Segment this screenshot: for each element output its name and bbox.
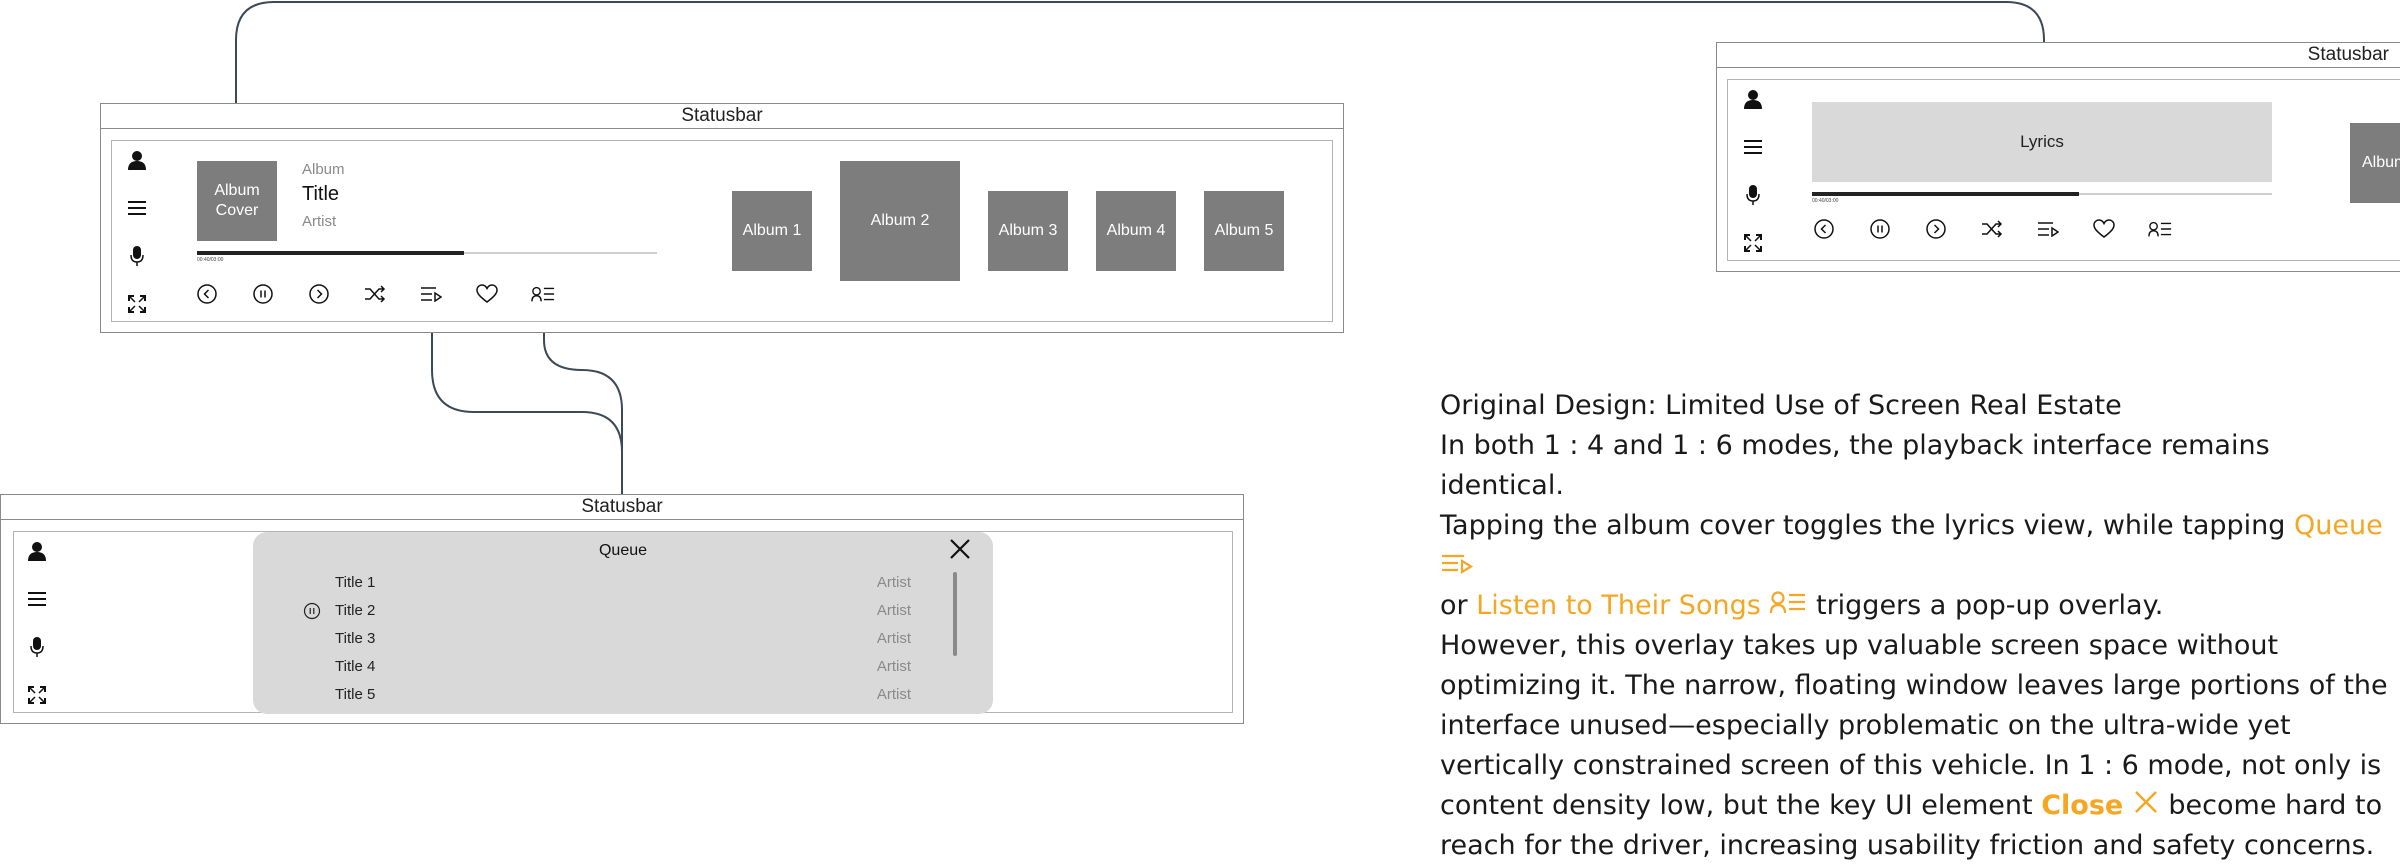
user-icon[interactable] (125, 148, 149, 172)
user-icon[interactable] (1741, 87, 1765, 111)
mic-icon[interactable] (1741, 183, 1765, 207)
album-tile[interactable]: Album 5 (1204, 191, 1284, 271)
queue-overlay: Queue Title 1 Artist Title 2 Artist Titl… (253, 532, 993, 714)
pause-icon[interactable] (251, 282, 275, 306)
track-title: Title (302, 183, 340, 205)
queue-icon[interactable] (419, 282, 443, 306)
statusbar-label: Statusbar (2307, 44, 2389, 65)
queue-item-artist: Artist (876, 574, 911, 591)
close-icon[interactable] (947, 536, 973, 562)
menu-icon[interactable] (25, 587, 49, 611)
p2-text-c: triggers a pop-up overlay. (1815, 590, 2164, 621)
queue-item-title: Title 1 (335, 574, 376, 591)
artist-songs-icon[interactable] (531, 282, 555, 306)
queue-item-title: Title 5 (335, 686, 376, 703)
statusbar: Statusbar (101, 104, 1343, 129)
queue-icon[interactable] (2036, 217, 2060, 241)
description-heading: Original Design: Limited Use of Screen R… (1440, 390, 2122, 421)
album-cover[interactable]: Album Cover (197, 161, 277, 241)
heart-icon[interactable] (2092, 217, 2116, 241)
statusbar: Statusbar (1, 495, 1243, 520)
menu-icon[interactable] (1741, 135, 1765, 159)
p2-text-a: Tapping the album cover toggles the lyri… (1440, 510, 2286, 541)
artist-songs-inline-icon (1769, 590, 1807, 621)
queue-item-artist: Artist (876, 630, 911, 647)
progress-fill (197, 251, 464, 255)
shuffle-icon[interactable] (363, 282, 387, 306)
description-p1: In both 1 : 4 and 1 : 6 modes, the playb… (1440, 430, 2270, 501)
queue-title: Queue (598, 542, 648, 559)
queue-highlight: Queue (2294, 510, 2383, 541)
queue-item-artist: Artist (876, 658, 911, 675)
description-p3: However, this overlay takes up valuable … (1440, 626, 2400, 866)
queue-item[interactable]: Title 1 Artist (253, 570, 993, 594)
time-readout: 00:40/03:00 (197, 257, 224, 263)
progress-bar[interactable] (197, 251, 657, 255)
fullscreen-icon[interactable] (1741, 231, 1765, 255)
p2-text-b: or (1440, 590, 1468, 621)
fullscreen-icon[interactable] (25, 683, 49, 707)
queue-item[interactable]: Title 3 Artist (253, 626, 993, 650)
queue-item-title: Title 4 (335, 658, 376, 675)
now-playing-icon (303, 602, 321, 620)
description-block: Original Design: Limited Use of Screen R… (1440, 386, 2400, 866)
queue-item-artist: Artist (876, 686, 911, 703)
mic-icon[interactable] (125, 244, 149, 268)
mic-icon[interactable] (25, 635, 49, 659)
fullscreen-icon[interactable] (125, 292, 149, 316)
artist-songs-icon[interactable] (2148, 217, 2172, 241)
queue-item-title: Title 3 (335, 630, 376, 647)
lyrics-panel: Lyrics 00:40/03:00 Album (1727, 79, 2400, 261)
queue-frame: Statusbar Queue Title 1 Artist Title 2 A… (0, 494, 1244, 724)
lyrics-view[interactable]: Lyrics (1812, 102, 2272, 182)
lyrics-frame: Statusbar Lyrics 00:40/03:00 Album (1716, 42, 2400, 272)
user-icon[interactable] (25, 539, 49, 563)
pause-icon[interactable] (1868, 217, 1892, 241)
description-p2: Tapping the album cover toggles the lyri… (1440, 506, 2400, 626)
progress-bar[interactable] (1812, 192, 2272, 196)
heart-icon[interactable] (475, 282, 499, 306)
album-tile[interactable]: Album 1 (732, 191, 812, 271)
queue-panel: Queue Title 1 Artist Title 2 Artist Titl… (13, 531, 1233, 714)
next-icon[interactable] (307, 282, 331, 306)
album-label: Album (302, 161, 345, 178)
prev-icon[interactable] (195, 282, 219, 306)
queue-item-title: Title 2 (335, 602, 376, 619)
prev-icon[interactable] (1812, 217, 1836, 241)
time-readout: 00:40/03:00 (1812, 198, 1839, 204)
statusbar: Statusbar (1717, 43, 2400, 68)
queue-item-artist: Artist (876, 602, 911, 619)
listen-highlight: Listen to Their Songs (1476, 590, 1761, 621)
album-tile[interactable]: Album 3 (988, 191, 1068, 271)
close-inline-icon (2132, 790, 2160, 821)
queue-scrollbar[interactable] (953, 572, 957, 656)
track-artist: Artist (302, 213, 337, 230)
queue-item[interactable]: Title 4 Artist (253, 654, 993, 678)
queue-item[interactable]: Title 2 Artist (253, 598, 993, 622)
next-icon[interactable] (1924, 217, 1948, 241)
queue-inline-icon (1440, 550, 1474, 581)
close-highlight: Close (2041, 790, 2124, 821)
menu-icon[interactable] (125, 196, 149, 220)
progress-fill (1812, 192, 2079, 196)
main-player-frame: Statusbar Album Cover Album Title Artist… (100, 103, 1344, 333)
queue-item[interactable]: Title 5 Artist (253, 682, 993, 706)
album-tile[interactable]: Album 4 (1096, 191, 1176, 271)
album-tile[interactable]: Album 2 (840, 161, 960, 281)
player-panel: Album Cover Album Title Artist 00:40/03:… (111, 140, 1333, 322)
album-tile-partial[interactable]: Album (2350, 123, 2400, 203)
shuffle-icon[interactable] (1980, 217, 2004, 241)
